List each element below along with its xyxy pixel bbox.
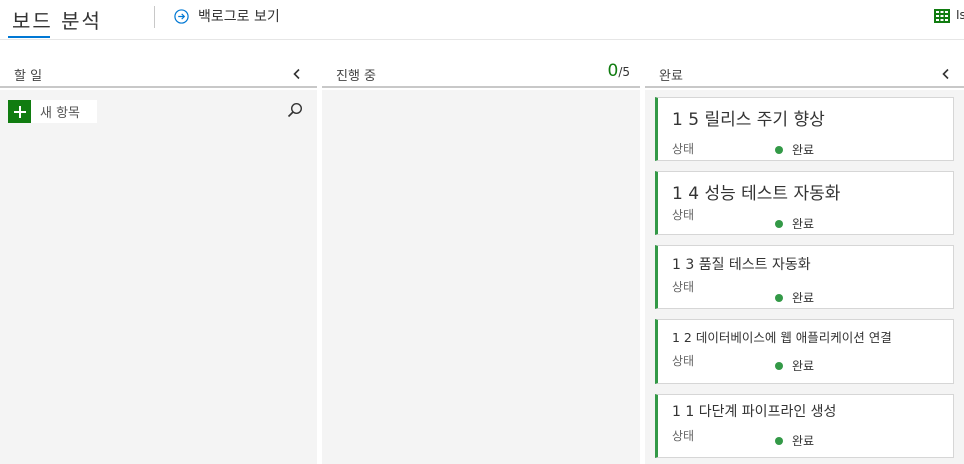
card-state-value: 완료 — [792, 217, 815, 231]
card-state: 완료 — [775, 432, 814, 449]
plus-icon — [8, 100, 31, 123]
page-title: 보드 분석 — [12, 9, 102, 33]
status-dot-icon — [775, 436, 783, 445]
collapse-column-button[interactable] — [290, 67, 304, 81]
work-item-card[interactable]: 1 5 릴리스 주기 향상 상태 완료 — [655, 97, 954, 161]
column-header-todo: 할 일 — [0, 58, 317, 88]
new-item-button[interactable]: 새 항목 — [8, 100, 97, 123]
card-state-value: 완료 — [792, 434, 815, 448]
grid-icon[interactable] — [934, 9, 950, 23]
card-title: 1 2 데이터베이스에 웹 애플리케이션 연결 — [672, 330, 892, 345]
column-header-done: 완료 — [645, 58, 964, 88]
board-page: 보드 분석 백로그로 보기 Is 할 일 새 항목 진행 중 0/5 완료 1 … — [0, 0, 964, 464]
view-as-backlog-link[interactable]: 백로그로 보기 — [174, 5, 280, 27]
header-divider — [154, 6, 155, 28]
card-title: 1 4 성능 테스트 자동화 — [672, 184, 841, 204]
work-item-card[interactable]: 1 1 다단계 파이프라인 생성 상태 완료 — [655, 394, 954, 458]
card-state-value: 완료 — [792, 291, 815, 305]
work-item-card[interactable]: 1 2 데이터베이스에 웹 애플리케이션 연결 상태 완료 — [655, 319, 954, 384]
work-item-card[interactable]: 1 3 품질 테스트 자동화 상태 완료 — [655, 245, 954, 309]
card-title: 1 3 품질 테스트 자동화 — [672, 257, 811, 273]
wip-limit: 5 — [622, 65, 630, 79]
column-title: 할 일 — [14, 69, 43, 84]
backlog-link-label: 백로그로 보기 — [198, 9, 280, 25]
column-title: 진행 중 — [336, 69, 377, 84]
new-item-label: 새 항목 — [40, 106, 81, 121]
card-state: 완료 — [775, 289, 814, 306]
search-icon[interactable] — [287, 102, 303, 118]
status-dot-icon — [775, 293, 783, 302]
column-todo: 새 항목 — [0, 90, 317, 464]
card-field-label: 상태 — [672, 429, 695, 443]
card-title: 1 1 다단계 파이프라인 생성 — [672, 404, 837, 420]
status-dot-icon — [775, 145, 783, 154]
status-dot-icon — [775, 361, 783, 370]
column-done: 1 5 릴리스 주기 향상 상태 완료 1 4 성능 테스트 자동화 상태 완료… — [645, 90, 964, 464]
card-state: 완료 — [775, 141, 814, 158]
chevron-left-icon — [293, 68, 300, 80]
status-dot-icon — [775, 219, 783, 228]
card-state-value: 완료 — [792, 143, 815, 157]
card-field-label: 상태 — [672, 354, 695, 368]
column-title: 완료 — [659, 69, 683, 84]
card-state-value: 완료 — [792, 359, 815, 373]
card-field-label: 상태 — [672, 142, 695, 156]
title-underline — [8, 36, 50, 38]
card-state: 완료 — [775, 215, 814, 232]
card-title: 1 5 릴리스 주기 향상 — [672, 110, 825, 130]
view-options-label[interactable]: Is — [956, 8, 964, 22]
page-header: 보드 분석 백로그로 보기 Is — [0, 0, 964, 40]
wip-current-count: 0 — [607, 61, 619, 81]
card-field-label: 상태 — [672, 280, 695, 294]
work-item-card[interactable]: 1 4 성능 테스트 자동화 상태 완료 — [655, 171, 954, 235]
circle-arrow-right-icon — [174, 8, 189, 24]
wip-limit-counter: 0/5 — [607, 61, 630, 81]
card-state: 완료 — [775, 357, 814, 374]
column-header-in-progress: 진행 중 0/5 — [322, 58, 640, 88]
collapse-column-button[interactable] — [939, 67, 953, 81]
column-in-progress — [322, 90, 640, 464]
chevron-left-icon — [942, 68, 949, 80]
card-field-label: 상태 — [672, 208, 695, 222]
